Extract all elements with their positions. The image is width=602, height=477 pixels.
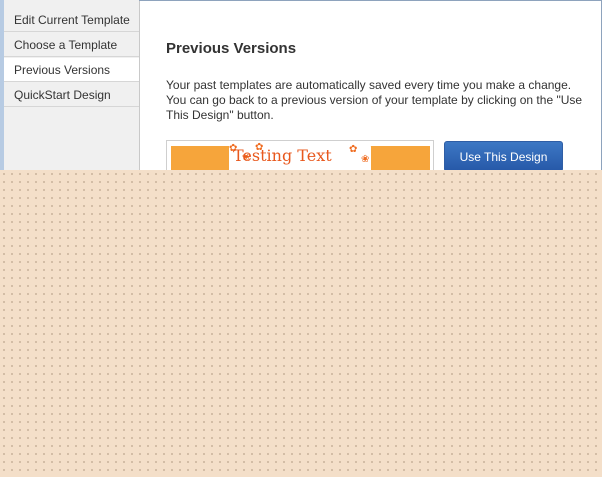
dotted-overlay <box>0 170 602 477</box>
flower-icon: ✿ <box>349 144 358 155</box>
content-top-border <box>139 0 602 1</box>
use-this-design-button[interactable]: Use This Design <box>444 141 563 172</box>
sidebar-item-edit-current-template[interactable]: Edit Current Template <box>4 8 139 32</box>
sidebar-item-previous-versions[interactable]: Previous Versions <box>4 58 139 82</box>
thumbnail-preview-text: Testing Text <box>233 146 332 165</box>
page-description: Your past templates are automatically sa… <box>166 78 583 122</box>
template-version-thumbnail[interactable]: ✿ ❀ ✿ ✿ ❀ Testing Text <box>166 140 434 172</box>
page-title: Previous Versions <box>166 40 297 57</box>
sidebar-item-quickstart-design[interactable]: QuickStart Design <box>4 83 139 107</box>
flower-icon: ❀ <box>361 154 370 165</box>
sidebar-item-choose-a-template[interactable]: Choose a Template <box>4 33 139 57</box>
sidebar-nav: Edit Current Template Choose a Template … <box>0 0 140 170</box>
